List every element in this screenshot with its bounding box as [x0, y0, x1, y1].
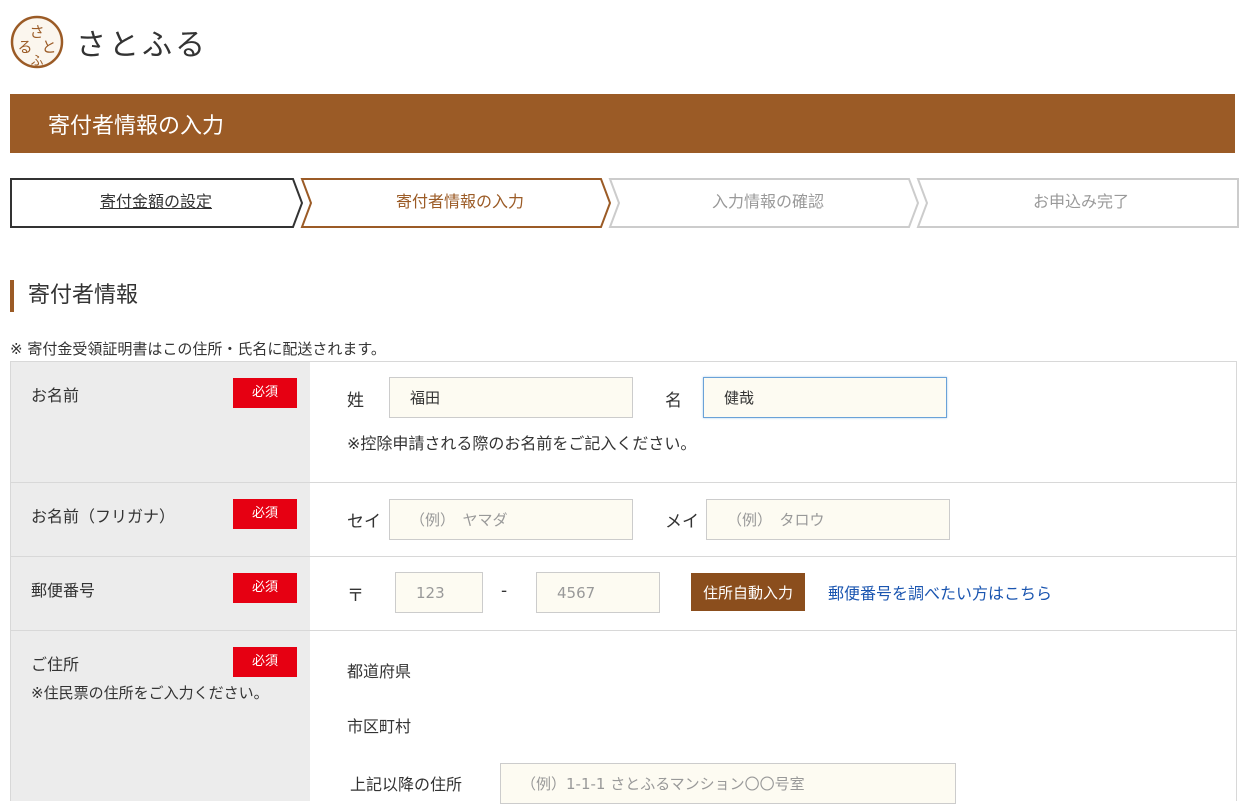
name-label: お名前 [31, 386, 80, 405]
section-title: 寄付者情報 [10, 280, 138, 312]
step-donation-amount[interactable]: 寄付金額の設定 [10, 178, 302, 228]
required-badge: 必須 [233, 378, 297, 408]
delivery-note: ※ 寄付金受領証明書はこの住所・氏名に配送されます。 [10, 340, 386, 358]
donor-form: お名前 必須 姓 名 ※控除申請される際のお名前をご記入ください。 お名前（フリ… [10, 361, 1237, 804]
step-complete: お申込み完了 [1032, 192, 1129, 211]
page-title-bar: 寄付者情報の入力 [10, 94, 1235, 153]
prefecture-label: 都道府県 [347, 662, 412, 681]
mei-kana-label: メイ [665, 512, 699, 532]
kana-row-body: セイ メイ [310, 483, 1236, 556]
kana-row-head: お名前（フリガナ） 必須 [11, 483, 310, 556]
address-hint: ※住民票の住所をご入力ください。 [31, 684, 269, 702]
postal-code-first-input[interactable] [395, 572, 483, 613]
address-row-body: 都道府県 市区町村 上記以降の住所 [310, 631, 1236, 804]
address-row-head: ご住所 必須 ※住民票の住所をご入力ください。 [11, 631, 310, 801]
postal-row-head: 郵便番号 必須 [11, 557, 310, 630]
name-row: お名前 必須 姓 名 ※控除申請される際のお名前をご記入ください。 [11, 362, 1236, 483]
postal-separator: - [501, 581, 508, 601]
last-name-input[interactable] [389, 377, 633, 418]
brand-name: さとふる [76, 28, 208, 63]
address-autofill-button[interactable]: 住所自動入力 [691, 573, 806, 611]
postal-row: 郵便番号 必須 〒 - 住所自動入力 郵便番号を調べたい方はこちら [11, 557, 1236, 631]
city-label: 市区町村 [347, 717, 412, 736]
svg-text:ふ: ふ [30, 54, 43, 69]
postal-lookup-link[interactable]: 郵便番号を調べたい方はこちら [828, 580, 1052, 604]
required-badge: 必須 [233, 499, 297, 529]
first-name-kana-input[interactable] [706, 499, 950, 540]
postal-code-second-input[interactable] [536, 572, 660, 613]
name-hint: ※控除申請される際のお名前をご記入ください。 [347, 434, 697, 453]
address-label: ご住所 [31, 655, 80, 674]
first-name-input[interactable] [703, 377, 947, 418]
sei-kana-label: セイ [347, 512, 381, 532]
postal-mark: 〒 [347, 586, 364, 606]
kana-label: お名前（フリガナ） [31, 507, 176, 526]
last-name-kana-input[interactable] [389, 499, 633, 540]
postal-row-body: 〒 - 住所自動入力 郵便番号を調べたい方はこちら [310, 557, 1236, 630]
postal-label: 郵便番号 [31, 581, 96, 600]
progress-steps: 寄付金額の設定 寄付者情報の入力 入力情報の確認 お申込み完了 [10, 178, 1240, 228]
svg-text:と: と [41, 38, 56, 56]
required-badge: 必須 [233, 573, 297, 603]
name-row-body: 姓 名 ※控除申請される際のお名前をご記入ください。 [310, 362, 1236, 482]
address-row: ご住所 必須 ※住民票の住所をご入力ください。 都道府県 市区町村 上記以降の住… [11, 631, 1236, 804]
required-badge: 必須 [233, 647, 297, 677]
name-row-head: お名前 必須 [11, 362, 310, 482]
logo[interactable]: さ る と ふ さとふる [10, 14, 208, 70]
step-donor-info: 寄付者情報の入力 [395, 192, 524, 211]
mei-label: 名 [665, 391, 682, 411]
street-label: 上記以降の住所 [350, 775, 463, 794]
kana-row: お名前（フリガナ） 必須 セイ メイ [11, 483, 1236, 557]
satofuru-logo-icon: さ る と ふ [10, 15, 64, 69]
page-title: 寄付者情報の入力 [48, 113, 225, 139]
sei-label: 姓 [347, 391, 364, 411]
street-address-input[interactable] [500, 763, 956, 804]
step-confirm: 入力情報の確認 [711, 192, 824, 211]
